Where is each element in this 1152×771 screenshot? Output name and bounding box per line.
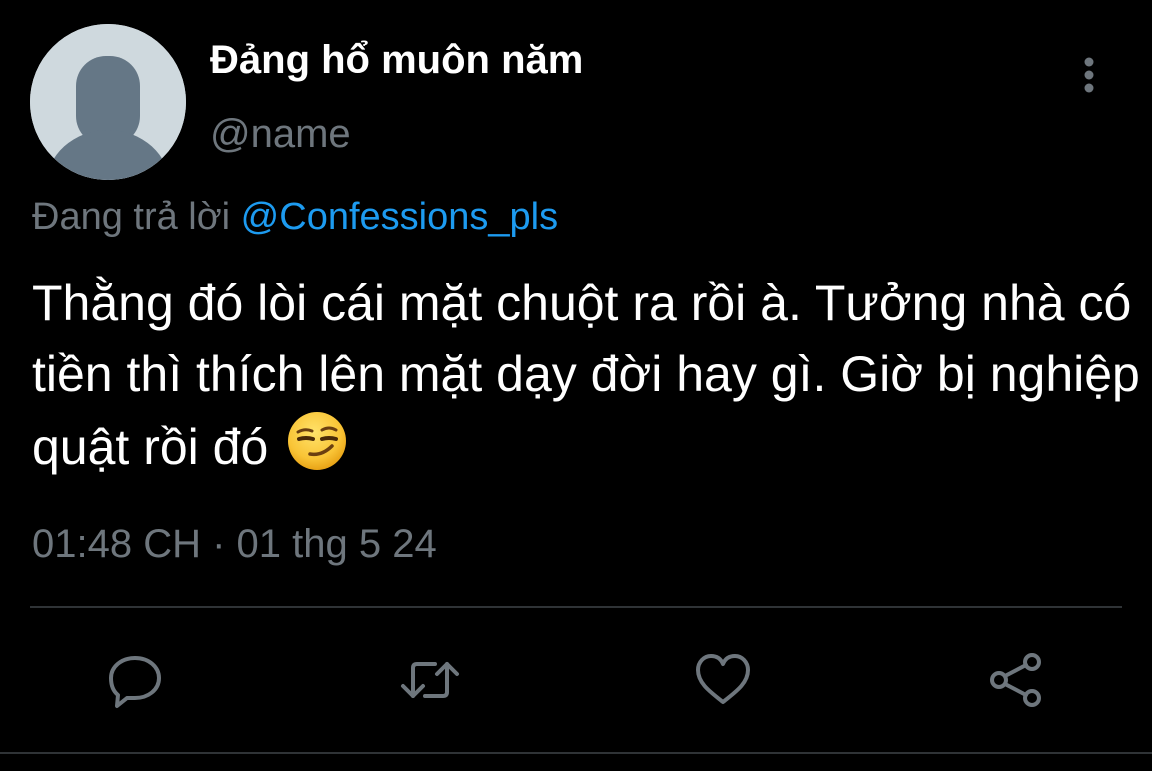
default-avatar-icon [30,24,186,180]
replying-to: Đang trả lời @Confessions_pls [32,196,558,239]
bottom-divider [0,752,1152,754]
retweet-icon [401,662,459,698]
more-vertical-icon [1084,57,1094,93]
like-button[interactable] [683,640,763,720]
tweet-body: Thằng đó lòi cái mặt chuột ra rồi à. Tưở… [32,275,1140,475]
like-icon [696,654,750,704]
tweet-text: Thằng đó lòi cái mặt chuột ra rồi à. Tưở… [32,268,1142,483]
more-options-button[interactable] [1068,52,1110,98]
tweet-detail: Đảng hổ muôn năm @name Đang trả lời @Con… [0,0,1152,771]
smirking-face-emoji-icon [286,410,348,472]
retweet-button[interactable] [390,640,470,720]
reply-icon [109,656,161,708]
reply-mention-link[interactable]: @Confessions_pls [241,196,558,238]
tweet-timestamp[interactable]: 01:48 CH · 01 thg 5 24 [32,522,437,567]
reply-button[interactable] [95,640,175,720]
display-name[interactable]: Đảng hổ muôn năm [210,38,583,83]
share-button[interactable] [976,640,1056,720]
user-handle[interactable]: @name [210,112,351,157]
divider [30,606,1122,608]
tweet-actions [0,640,1152,720]
avatar[interactable] [30,24,186,180]
share-icon [990,653,1041,707]
replying-to-label: Đang trả lời [32,196,231,238]
